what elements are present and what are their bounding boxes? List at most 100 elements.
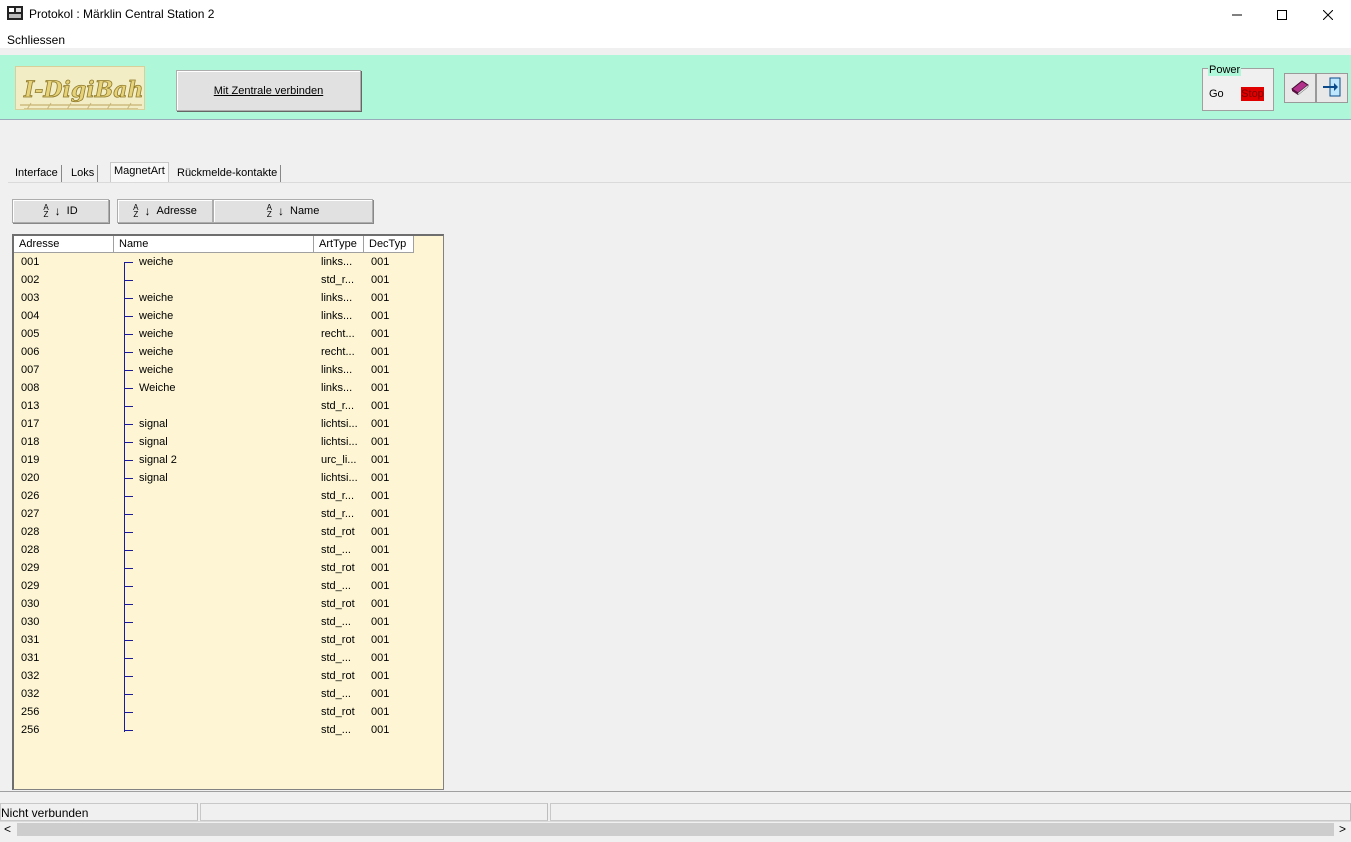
cell-arttype: recht... — [321, 346, 355, 358]
book-button[interactable] — [1284, 73, 1316, 103]
table-row[interactable]: 017 signal lichtsi... 001 — [14, 415, 443, 433]
cell-adresse: 030 — [21, 616, 40, 628]
cell-dectyp: 001 — [371, 346, 390, 358]
exit-button[interactable] — [1316, 73, 1348, 103]
sort-az-icon: AZ — [266, 203, 272, 219]
cell-arttype: links... — [321, 382, 353, 394]
table-row[interactable]: 018 signal lichtsi... 001 — [14, 433, 443, 451]
table-row[interactable]: 031 std_... 001 — [14, 649, 443, 667]
table-row[interactable]: 029 std_... 001 — [14, 577, 443, 595]
table-row[interactable]: 003 weiche links... 001 — [14, 289, 443, 307]
connect-central-button[interactable]: Mit Zentrale verbinden — [176, 70, 361, 111]
cell-arttype: links... — [321, 364, 353, 376]
col-header-arttype[interactable]: ArtType — [314, 236, 364, 253]
cell-adresse: 018 — [21, 436, 40, 448]
cell-arttype: links... — [321, 310, 353, 322]
cell-adresse: 028 — [21, 544, 40, 556]
table-row[interactable]: 256 std_... 001 — [14, 721, 443, 739]
table-row[interactable]: 030 std_... 001 — [14, 613, 443, 631]
table-row[interactable]: 008 Weiche links... 001 — [14, 379, 443, 397]
tree-branch — [124, 640, 133, 641]
cell-name: signal — [139, 472, 168, 484]
cell-dectyp: 001 — [371, 454, 390, 466]
table-row[interactable]: 026 std_r... 001 — [14, 487, 443, 505]
table-row[interactable]: 020 signal lichtsi... 001 — [14, 469, 443, 487]
tree-branch — [124, 712, 133, 713]
table-row[interactable]: 005 weiche recht... 001 — [14, 325, 443, 343]
table-row[interactable]: 032 std_... 001 — [14, 685, 443, 703]
col-header-dectyp[interactable]: DecTyp — [364, 236, 414, 253]
cell-dectyp: 001 — [371, 598, 390, 610]
power-stop-button[interactable]: Stop — [1241, 87, 1264, 101]
cell-dectyp: 001 — [371, 706, 390, 718]
table-row[interactable]: 028 std_... 001 — [14, 541, 443, 559]
table-row[interactable]: 032 std_rot 001 — [14, 667, 443, 685]
table-row[interactable]: 027 std_r... 001 — [14, 505, 443, 523]
cell-dectyp: 001 — [371, 490, 390, 502]
tree-branch — [124, 478, 133, 479]
cell-arttype: recht... — [321, 328, 355, 340]
cell-name: weiche — [139, 346, 174, 358]
cell-dectyp: 001 — [371, 652, 390, 664]
cell-arttype: std_rot — [321, 670, 355, 682]
cell-adresse: 020 — [21, 472, 40, 484]
cell-adresse: 031 — [21, 634, 40, 646]
cell-adresse: 256 — [21, 724, 40, 736]
minimize-button[interactable] — [1214, 0, 1260, 30]
menu-bar — [0, 30, 1351, 48]
cell-arttype: std_rot — [321, 634, 355, 646]
cell-adresse: 008 — [21, 382, 40, 394]
cell-adresse: 029 — [21, 562, 40, 574]
scroll-left-icon[interactable]: < — [4, 822, 11, 836]
sort-name-button[interactable]: A Z ↓ Name — [213, 199, 373, 223]
table-row[interactable]: 029 std_rot 001 — [14, 559, 443, 577]
cell-name: weiche — [139, 364, 174, 376]
maximize-button[interactable] — [1259, 0, 1305, 30]
scroll-thumb[interactable] — [17, 823, 1334, 836]
table-row[interactable]: 006 weiche recht... 001 — [14, 343, 443, 361]
col-header-name[interactable]: Name — [114, 236, 314, 253]
tab-magnetart[interactable]: MagnetArt — [110, 162, 169, 182]
tree-branch — [124, 658, 133, 659]
cell-name: Weiche — [139, 382, 176, 394]
cell-arttype: lichtsi... — [321, 472, 358, 484]
cell-adresse: 002 — [21, 274, 40, 286]
table-row[interactable]: 001 weiche links... 001 — [14, 253, 443, 271]
sort-adresse-label: Adresse — [156, 205, 197, 217]
sort-adresse-button[interactable]: A Z ↓ Adresse — [117, 199, 213, 223]
cell-dectyp: 001 — [371, 544, 390, 556]
tab-loks[interactable]: Loks — [68, 165, 99, 182]
book-icon — [1290, 78, 1310, 99]
tree-branch — [124, 730, 133, 731]
sort-id-button[interactable]: A Z ↓ ID — [12, 199, 109, 223]
magnetart-grid[interactable]: Adresse Name ArtType DecTyp 001 weiche lin… — [12, 234, 444, 790]
table-row[interactable]: 256 std_rot 001 — [14, 703, 443, 721]
cell-arttype: std_... — [321, 544, 351, 556]
table-row[interactable]: 002 std_r... 001 — [14, 271, 443, 289]
tree-branch — [124, 622, 133, 623]
table-row[interactable]: 013 std_r... 001 — [14, 397, 443, 415]
cell-arttype: std_... — [321, 688, 351, 700]
table-row[interactable]: 004 weiche links... 001 — [14, 307, 443, 325]
cell-adresse: 028 — [21, 526, 40, 538]
close-window-button[interactable] — [1305, 0, 1351, 30]
cell-adresse: 032 — [21, 670, 40, 682]
table-row[interactable]: 007 weiche links... 001 — [14, 361, 443, 379]
tab-interface[interactable]: Interface — [12, 165, 62, 182]
cell-arttype: std_rot — [321, 526, 355, 538]
scroll-right-icon[interactable]: > — [1339, 822, 1346, 836]
table-row[interactable]: 028 std_rot 001 — [14, 523, 443, 541]
status-text: Nicht verbunden — [1, 806, 89, 820]
cell-dectyp: 001 — [371, 616, 390, 628]
menu-schliessen[interactable]: Schliessen — [7, 33, 65, 47]
status-panel-3 — [550, 803, 1351, 821]
col-header-adresse[interactable]: Adresse — [14, 236, 114, 253]
table-row[interactable]: 031 std_rot 001 — [14, 631, 443, 649]
table-row[interactable]: 030 std_rot 001 — [14, 595, 443, 613]
tab-rueckmelde-kontakte[interactable]: Rückmelde-kontakte — [174, 165, 282, 182]
cell-dectyp: 001 — [371, 580, 390, 592]
table-row[interactable]: 019 signal 2 urc_li... 001 — [14, 451, 443, 469]
cell-adresse: 001 — [21, 256, 40, 268]
cell-adresse: 017 — [21, 418, 40, 430]
power-go-button[interactable]: Go — [1209, 88, 1224, 100]
